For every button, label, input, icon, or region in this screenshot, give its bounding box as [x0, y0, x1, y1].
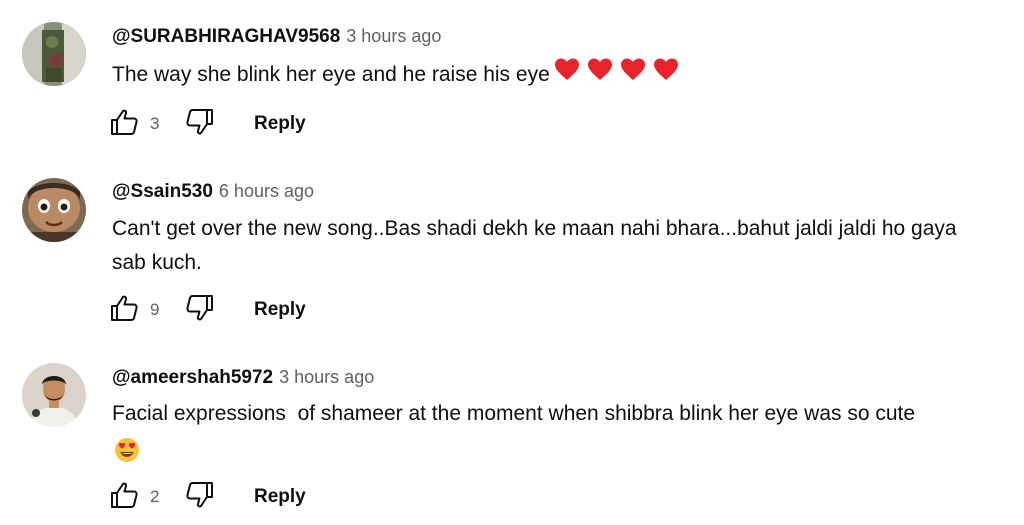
- like-count: 3: [150, 114, 160, 133]
- comment-body: Can't get over the new song..Bas shadi d…: [112, 217, 957, 274]
- dislike-button[interactable]: [182, 292, 218, 328]
- avatar[interactable]: [22, 22, 86, 86]
- like-button[interactable]: [106, 106, 142, 142]
- thumbs-down-icon: [185, 293, 215, 328]
- comment-actions: 2 Reply: [106, 479, 306, 515]
- comment-body: Facial expressions of shameer at the mom…: [112, 402, 916, 425]
- avatar[interactable]: [22, 363, 86, 427]
- like-count: 2: [150, 487, 160, 506]
- thumbs-up-icon: [109, 480, 139, 515]
- heart-eyes-emoji: [114, 437, 140, 468]
- comment-actions: 9 Reply: [106, 292, 306, 328]
- thumbs-down-icon: [185, 107, 215, 142]
- comment-author[interactable]: @SURABHIRAGHAV9568: [112, 26, 340, 47]
- heart-icon: [554, 57, 680, 94]
- like-button[interactable]: [106, 479, 142, 515]
- comment-timestamp[interactable]: 3 hours ago: [346, 26, 441, 46]
- comment-text: Facial expressions of shameer at the mom…: [112, 397, 1012, 431]
- like-button[interactable]: [106, 292, 142, 328]
- dislike-button[interactable]: [182, 479, 218, 515]
- comment-header: @SURABHIRAGHAV9568 3 hours ago: [112, 22, 441, 50]
- reply-button[interactable]: Reply: [254, 486, 306, 508]
- comment-actions: 3 Reply: [106, 106, 306, 142]
- comment-author[interactable]: @ameershah5972: [112, 367, 273, 388]
- comment-body: The way she blink her eye and he raise h…: [112, 63, 550, 87]
- dislike-button[interactable]: [182, 106, 218, 142]
- reply-button[interactable]: Reply: [254, 113, 306, 135]
- avatar[interactable]: [22, 178, 86, 242]
- like-count: 9: [150, 300, 160, 319]
- comment-header: @ameershah5972 3 hours ago: [112, 363, 374, 391]
- thumbs-up-icon: [109, 293, 139, 328]
- comment-timestamp[interactable]: 3 hours ago: [279, 367, 374, 387]
- thumbs-up-icon: [109, 107, 139, 142]
- comment-header: @Ssain530 6 hours ago: [112, 177, 314, 205]
- comment-timestamp[interactable]: 6 hours ago: [219, 181, 314, 201]
- comment-text: Can't get over the new song..Bas shadi d…: [112, 212, 982, 280]
- thumbs-down-icon: [185, 480, 215, 515]
- reply-button[interactable]: Reply: [254, 299, 306, 321]
- comment-author[interactable]: @Ssain530: [112, 181, 213, 202]
- comment-text: The way she blink her eye and he raise h…: [112, 57, 992, 94]
